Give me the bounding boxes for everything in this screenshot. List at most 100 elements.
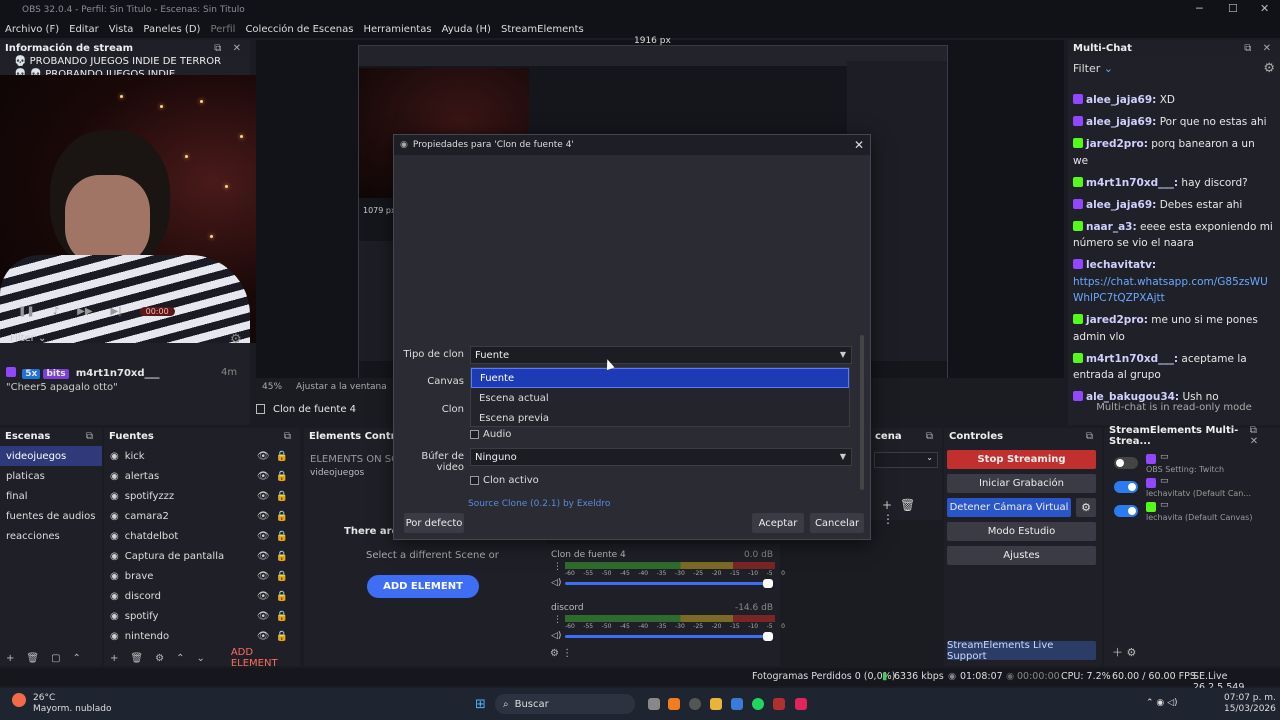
visibility-lock-icons[interactable]: 👁🔒 bbox=[257, 471, 294, 482]
volume-slider[interactable] bbox=[565, 632, 773, 641]
stop-streaming-button[interactable]: Stop Streaming bbox=[947, 450, 1096, 469]
buffer-select[interactable]: Ninguno ▼ bbox=[470, 448, 852, 466]
tipo-select[interactable]: Fuente ▼ bbox=[470, 346, 852, 364]
toggle-switch[interactable] bbox=[1114, 505, 1138, 517]
up-icon[interactable]: ⌃ bbox=[176, 653, 184, 664]
brave-icon[interactable] bbox=[668, 698, 680, 710]
speaker-icon[interactable]: ◁) bbox=[551, 631, 561, 641]
close-icon[interactable]: ✕ bbox=[854, 138, 864, 152]
scene-item[interactable]: videojuegos bbox=[0, 446, 102, 466]
live-support-button[interactable]: StreamElements Live Support bbox=[947, 640, 1096, 662]
virtual-camera-button[interactable]: Detener Cámara Virtual bbox=[947, 498, 1071, 517]
down-icon[interactable]: ⌄ bbox=[196, 653, 204, 664]
zoom-level[interactable]: 45% bbox=[262, 382, 282, 392]
scene-item[interactable]: final bbox=[0, 486, 102, 506]
add-icon[interactable]: + bbox=[6, 653, 14, 664]
close-icon[interactable]: ✕ bbox=[1260, 2, 1269, 15]
explorer-icon[interactable] bbox=[710, 698, 722, 710]
store-icon[interactable] bbox=[731, 698, 743, 710]
source-item[interactable]: ◉ nintendo 👁🔒 bbox=[104, 626, 300, 646]
visibility-lock-icons[interactable]: 👁🔒 bbox=[257, 551, 294, 562]
visibility-lock-icons[interactable]: 👁🔒 bbox=[257, 591, 294, 602]
menu-archivo[interactable]: Archivo (F) bbox=[0, 24, 64, 35]
visibility-lock-icons[interactable]: 👁🔒 bbox=[257, 611, 294, 622]
gear-icon[interactable]: ⚙ bbox=[1076, 498, 1096, 517]
transition-toolbar[interactable]: +🗑⋮ bbox=[882, 498, 942, 526]
spotify-icon[interactable] bbox=[752, 698, 764, 710]
start-recording-button[interactable]: Iniciar Grabación bbox=[947, 474, 1096, 493]
accept-button[interactable]: Aceptar bbox=[752, 513, 804, 533]
fit-button[interactable]: Ajustar a la ventana bbox=[296, 382, 387, 392]
source-item[interactable]: ◉ chatdelbot 👁🔒 bbox=[104, 526, 300, 546]
source-item[interactable]: ◉ kick 👁🔒 bbox=[104, 446, 300, 466]
tray-icons[interactable]: ⌃ ◉ ◁) bbox=[1146, 698, 1178, 708]
menu-ayuda[interactable]: Ayuda (H) bbox=[437, 24, 496, 35]
source-item[interactable]: ◉ spotifyzzz 👁🔒 bbox=[104, 486, 300, 506]
source-item[interactable]: ◉ alertas 👁🔒 bbox=[104, 466, 300, 486]
clone-active-checkbox[interactable]: Clon activo bbox=[470, 475, 539, 486]
tiktok-icon[interactable] bbox=[795, 698, 807, 710]
gear-icon[interactable]: ⚙ bbox=[230, 332, 242, 347]
filter-icon[interactable]: ▢ bbox=[51, 653, 60, 664]
add-element-link[interactable]: ADD ELEMENT bbox=[231, 647, 300, 669]
visibility-lock-icons[interactable]: 👁🔒 bbox=[257, 491, 294, 502]
defaults-button[interactable]: Por defecto bbox=[404, 513, 464, 533]
volume-knob[interactable] bbox=[763, 579, 773, 588]
message-link[interactable]: https://chat.whatsapp.com/G85zsWUWhlPC7t… bbox=[1073, 274, 1273, 307]
chat-filter[interactable]: Filter ⌄ bbox=[10, 333, 46, 344]
mixer-toolbar[interactable]: ⚙ ⋮ bbox=[550, 648, 572, 659]
menu-perfil[interactable]: Perfil bbox=[205, 24, 240, 35]
scene-item[interactable]: reacciones bbox=[0, 526, 102, 546]
credit-link[interactable]: Source Clone (0.2.1) by Exeldro bbox=[468, 499, 610, 509]
maximize-icon[interactable]: ☐ bbox=[1228, 2, 1238, 15]
source-item[interactable]: ◉ camara2 👁🔒 bbox=[104, 506, 300, 526]
gear-icon[interactable]: ⚙ bbox=[1263, 61, 1275, 76]
gear-icon[interactable]: ⚙ bbox=[155, 653, 164, 664]
windows-start-icon[interactable]: ⊞ bbox=[475, 697, 486, 712]
source-item[interactable]: ◉ spotify 👁🔒 bbox=[104, 606, 300, 626]
source-item[interactable]: ◉ discord 👁🔒 bbox=[104, 586, 300, 606]
add-icon[interactable]: + bbox=[110, 653, 118, 664]
speaker-icon[interactable]: ◁) bbox=[551, 578, 561, 588]
menu-coleccion[interactable]: Colección de Escenas bbox=[240, 24, 358, 35]
dock-buttons[interactable]: ⧉ ✕ bbox=[1250, 425, 1275, 447]
menu-editar[interactable]: Editar bbox=[64, 24, 104, 35]
volume-slider[interactable] bbox=[565, 579, 773, 588]
toggle-switch[interactable] bbox=[1114, 457, 1138, 469]
add-element-button[interactable]: ADD ELEMENT bbox=[367, 575, 479, 598]
scene-item[interactable]: platicas bbox=[0, 466, 102, 486]
source-item[interactable]: ◉ Captura de pantalla 👁🔒 bbox=[104, 546, 300, 566]
visibility-lock-icons[interactable]: 👁🔒 bbox=[257, 531, 294, 542]
search-box[interactable]: ⌕ Buscar bbox=[495, 694, 635, 714]
volume-knob[interactable] bbox=[763, 632, 773, 641]
multistream-toolbar[interactable]: ＋ ⚙ bbox=[1112, 644, 1136, 660]
bell-icon[interactable]: ♪ bbox=[53, 306, 59, 317]
cancel-button[interactable]: Cancelar bbox=[810, 513, 864, 533]
task-view-icon[interactable] bbox=[648, 698, 660, 710]
option-escena-previa[interactable]: Escena previa bbox=[471, 408, 849, 428]
menu-vista[interactable]: Vista bbox=[104, 24, 139, 35]
studio-mode-button[interactable]: Modo Estudio bbox=[947, 522, 1096, 541]
audio-checkbox[interactable]: Audio bbox=[470, 429, 511, 440]
skip-icon[interactable]: ▶▶ bbox=[77, 306, 92, 317]
scene-item[interactable]: fuentes de audios bbox=[0, 506, 102, 526]
visibility-lock-icons[interactable]: 👁🔒 bbox=[257, 451, 294, 462]
option-fuente[interactable]: Fuente bbox=[471, 368, 849, 388]
app-icon[interactable] bbox=[773, 698, 785, 710]
minimize-icon[interactable]: ─ bbox=[1196, 2, 1203, 15]
multichat-filter[interactable]: Filter ⌄ bbox=[1073, 62, 1113, 75]
toggle-switch[interactable] bbox=[1114, 481, 1138, 493]
channel-menu-icon[interactable]: ⋮ bbox=[553, 562, 562, 572]
transition-select[interactable]: ⌄ bbox=[874, 452, 938, 468]
channel-menu-icon[interactable]: ⋮ bbox=[553, 615, 562, 625]
dock-buttons[interactable]: ⧉ bbox=[86, 431, 97, 442]
up-icon[interactable]: ⌃ bbox=[73, 653, 81, 664]
source-item[interactable]: ◉ brave 👁🔒 bbox=[104, 566, 300, 586]
obs-icon[interactable] bbox=[689, 698, 701, 710]
visibility-lock-icons[interactable]: 👁🔒 bbox=[257, 511, 294, 522]
dock-buttons[interactable]: ⧉ bbox=[1086, 431, 1097, 442]
option-escena-actual[interactable]: Escena actual bbox=[471, 388, 849, 408]
dock-buttons[interactable]: ⧉ ✕ bbox=[1244, 43, 1275, 54]
visibility-lock-icons[interactable]: 👁🔒 bbox=[257, 571, 294, 582]
dock-buttons[interactable]: ⧉ ✕ bbox=[214, 43, 245, 54]
